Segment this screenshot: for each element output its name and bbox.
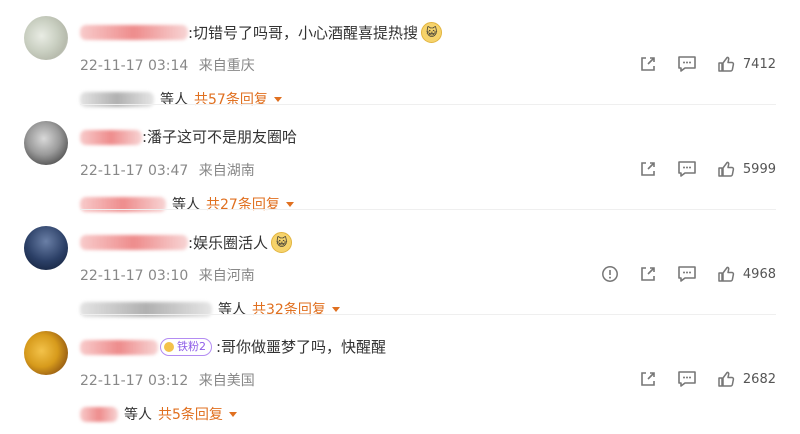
comment-actions: 5999 — [639, 160, 776, 178]
timestamp: 22-11-17 03:10 — [80, 268, 189, 284]
comment-item: 铁粉2 :哥你做噩梦了吗，快醒醒 22-11-17 03:12 来自美国 268… — [0, 315, 800, 434]
username-redacted[interactable] — [80, 129, 142, 145]
avatar[interactable] — [24, 331, 68, 375]
chevron-down-icon[interactable] — [228, 411, 237, 417]
share-button[interactable] — [639, 265, 657, 283]
comment-actions: 7412 — [639, 55, 776, 73]
reply-users-redacted — [80, 406, 118, 422]
like-count: 4968 — [742, 266, 776, 282]
comment-header: :切错号了吗哥，小心酒醒喜提热搜 😺 — [80, 22, 443, 43]
share-icon — [641, 162, 655, 176]
comment-actions: 4968 — [601, 265, 776, 283]
share-button[interactable] — [639, 370, 657, 388]
comment-list: :切错号了吗哥，小心酒醒喜提热搜 😺 22-11-17 03:14 来自重庆 7… — [0, 0, 800, 434]
chevron-down-icon[interactable] — [273, 96, 282, 102]
username-redacted[interactable] — [80, 339, 158, 355]
timestamp: 22-11-17 03:14 — [80, 58, 189, 74]
comment-header: 铁粉2 :哥你做噩梦了吗，快醒醒 — [80, 337, 386, 357]
like-count: 7412 — [742, 56, 776, 72]
like-button[interactable]: 4968 — [717, 265, 776, 283]
location: 来自美国 — [198, 373, 255, 389]
username-redacted[interactable] — [80, 25, 188, 40]
fan-badge-icon — [164, 342, 174, 352]
comment-icon — [678, 56, 696, 72]
view-replies-link[interactable]: 共5条回复 — [158, 404, 223, 424]
location: 来自重庆 — [198, 58, 255, 74]
share-icon — [641, 267, 655, 281]
replies-row[interactable]: 等人 共5条回复 — [80, 404, 237, 424]
username-redacted[interactable] — [80, 235, 188, 250]
comment-meta: 22-11-17 03:12 来自美国 — [80, 370, 261, 390]
comment-actions: 2682 — [639, 370, 776, 388]
emoji-icon: 😺 — [421, 22, 443, 43]
chevron-down-icon[interactable] — [331, 306, 340, 312]
thumbs-up-icon — [718, 56, 735, 72]
share-button[interactable] — [639, 55, 657, 73]
like-count: 5999 — [742, 161, 776, 177]
avatar[interactable] — [24, 226, 68, 270]
comment-text: :娱乐圈活人 — [188, 233, 269, 252]
comment-text: :潘子这可不是朋友圈哈 — [142, 128, 298, 146]
thumbs-up-icon — [718, 266, 735, 282]
like-count: 2682 — [742, 371, 776, 387]
like-button[interactable]: 7412 — [717, 55, 776, 73]
timestamp: 22-11-17 03:47 — [80, 163, 189, 179]
share-button[interactable] — [639, 160, 657, 178]
thumbs-up-icon — [718, 371, 735, 387]
comment-button[interactable] — [677, 265, 697, 283]
comment-icon — [678, 161, 696, 177]
comment-meta: 22-11-17 03:10 来自河南 — [80, 265, 261, 285]
avatar[interactable] — [24, 16, 68, 60]
comment-item: :娱乐圈活人 😺 22-11-17 03:10 来自河南 4968 等人 共32… — [0, 210, 800, 318]
comment-header: :娱乐圈活人 😺 — [80, 232, 293, 253]
share-icon — [641, 372, 655, 386]
thumbs-up-icon — [718, 161, 735, 177]
timestamp: 22-11-17 03:12 — [80, 373, 189, 389]
comment-header: :潘子这可不是朋友圈哈 — [80, 127, 297, 147]
chevron-down-icon[interactable] — [285, 201, 294, 207]
comment-icon — [678, 371, 696, 387]
report-button[interactable] — [601, 265, 619, 283]
replies-suffix: 等人 — [124, 407, 152, 423]
fan-badge-label: 铁粉2 — [177, 340, 206, 353]
location: 来自湖南 — [198, 163, 255, 179]
fan-badge[interactable]: 铁粉2 — [160, 338, 212, 356]
share-icon — [641, 57, 655, 71]
comment-button[interactable] — [677, 160, 697, 178]
comment-item: :潘子这可不是朋友圈哈 22-11-17 03:47 来自湖南 5999 等人 … — [0, 105, 800, 213]
comment-item: :切错号了吗哥，小心酒醒喜提热搜 😺 22-11-17 03:14 来自重庆 7… — [0, 0, 800, 108]
like-button[interactable]: 2682 — [717, 370, 776, 388]
comment-text: :哥你做噩梦了吗，快醒醒 — [216, 338, 387, 356]
comment-icon — [678, 266, 696, 282]
comment-meta: 22-11-17 03:14 来自重庆 — [80, 55, 261, 75]
report-icon — [601, 266, 618, 282]
comment-button[interactable] — [677, 370, 697, 388]
comment-button[interactable] — [677, 55, 697, 73]
like-button[interactable]: 5999 — [717, 160, 776, 178]
avatar[interactable] — [24, 121, 68, 165]
comment-meta: 22-11-17 03:47 来自湖南 — [80, 160, 261, 180]
location: 来自河南 — [198, 268, 255, 284]
comment-text: :切错号了吗哥，小心酒醒喜提热搜 — [188, 23, 419, 42]
emoji-icon: 😺 — [271, 232, 293, 253]
